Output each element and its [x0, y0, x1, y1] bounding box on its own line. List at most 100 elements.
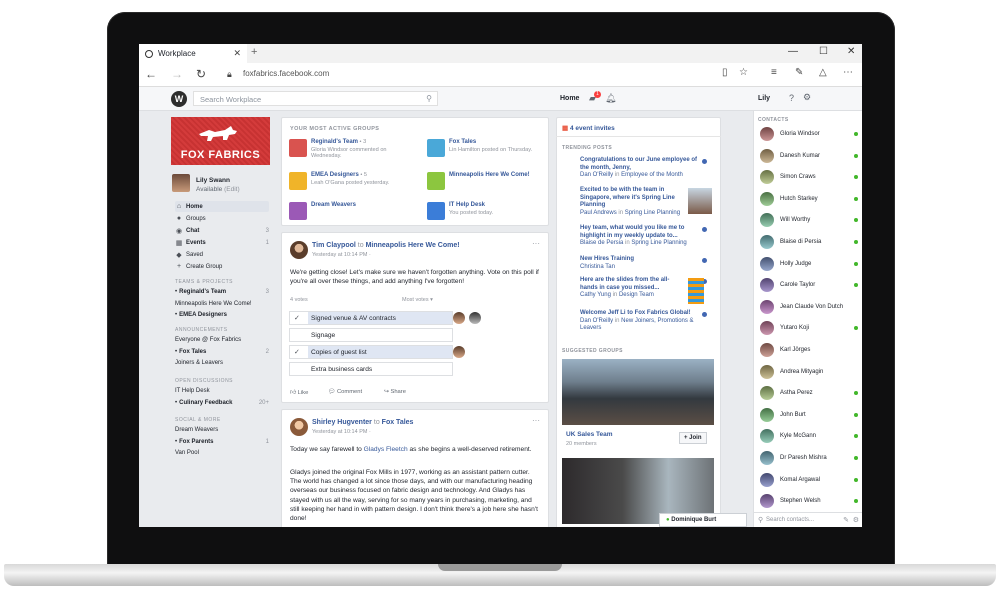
active-group-name[interactable]: Minneapolis Here We Come!	[449, 172, 530, 178]
author-avatar[interactable]	[290, 241, 308, 259]
help-icon[interactable]: ?	[789, 93, 794, 103]
like-button[interactable]: 👍︎ Like	[290, 389, 308, 396]
profile-name[interactable]: Lily Swann	[196, 177, 230, 184]
sidebar-group-item[interactable]: • Fox Parents 1	[175, 439, 269, 445]
trending-post-title[interactable]: New Hires Training	[580, 256, 706, 264]
poll-sort-dropdown[interactable]: Most votes ▾	[402, 297, 433, 303]
sidebar-group-item[interactable]: • EMEA Designers	[175, 312, 269, 318]
contact-item[interactable]: Komal Argawal	[760, 472, 860, 487]
active-group-item[interactable]: Minneapolis Here We Come!	[427, 172, 555, 190]
contact-item[interactable]: Kyle McGann	[760, 429, 860, 444]
minimize-button[interactable]: —	[788, 46, 798, 57]
trending-post-group[interactable]: Spring Line Planning	[631, 240, 686, 246]
trending-post[interactable]: Hey team, what would you like me to high…	[580, 225, 706, 248]
nav-item-home[interactable]: ⌂ Home	[175, 201, 269, 212]
active-group-item[interactable]: EMEA Designers • 5 Leah O'Gana posted yes…	[289, 172, 417, 190]
trending-post-group[interactable]: Employee of the Month	[621, 172, 683, 178]
favorite-star-icon[interactable]: ☆	[739, 67, 748, 78]
workplace-logo[interactable]: W	[171, 91, 187, 107]
chat-settings-icon[interactable]: ⚙	[853, 516, 859, 524]
contact-item[interactable]: Holly Judge	[760, 256, 860, 271]
trending-post[interactable]: Excited to be with the team in Singapore…	[580, 187, 682, 217]
trending-post-title[interactable]: Here are the slides from the all-hands i…	[580, 277, 682, 292]
contact-item[interactable]: Andrea Mityagin	[760, 364, 860, 379]
back-icon[interactable]: ←	[145, 67, 157, 81]
poll-option[interactable]: ✓ Copies of guest list	[289, 345, 453, 359]
sidebar-group-item[interactable]: • Culinary Feedback 20+	[175, 400, 269, 406]
trending-post-title[interactable]: Hey team, what would you like me to high…	[580, 225, 706, 240]
contact-item[interactable]: Simon Craws	[760, 170, 860, 185]
post-author[interactable]: Tim Claypool	[312, 242, 356, 249]
contact-item[interactable]: Yutaro Koji	[760, 321, 860, 336]
forward-icon[interactable]: →	[171, 67, 183, 81]
voter-avatar[interactable]	[453, 346, 465, 358]
post-group[interactable]: Fox Tales	[382, 419, 414, 426]
notes-icon[interactable]: ✎	[795, 67, 803, 78]
contact-item[interactable]: Danesh Kumar	[760, 148, 860, 163]
trending-post-title[interactable]: Excited to be with the team in Singapore…	[580, 187, 682, 210]
sidebar-group-item[interactable]: Van Pool	[175, 450, 269, 456]
suggested-group-name[interactable]: UK Sales Team	[566, 431, 612, 438]
sidebar-group-item[interactable]: Joiners & Leavers	[175, 360, 269, 366]
join-group-button[interactable]: + Join	[679, 432, 707, 444]
trending-post-author[interactable]: Blaise de Persia	[580, 240, 623, 246]
notifications-bell-icon[interactable]: 🔔︎	[605, 93, 616, 104]
trending-post-group[interactable]: Spring Line Planning	[625, 210, 680, 216]
trending-post-author[interactable]: Dan O'Reilly	[580, 172, 613, 178]
chat-tab[interactable]: ● Dominique Burt	[659, 513, 747, 527]
post-options-button[interactable]: ···	[532, 239, 540, 248]
active-group-name[interactable]: IT Help Desk	[449, 202, 485, 208]
profile-avatar[interactable]	[172, 174, 190, 192]
address-bar[interactable]: foxfabrics.facebook.com	[243, 69, 329, 78]
active-group-name[interactable]: Fox Tales	[449, 139, 476, 145]
sidebar-group-item[interactable]: Minneapolis Here We Come!	[175, 301, 269, 307]
search-input[interactable]: Search Workplace ⚲	[193, 91, 438, 106]
header-username[interactable]: Lily	[758, 95, 770, 102]
post-author[interactable]: Shirley Hugventer	[312, 419, 372, 426]
active-group-name[interactable]: EMEA Designers	[311, 172, 359, 178]
check-icon[interactable]: ✓	[294, 314, 302, 322]
trending-post-thumbnail[interactable]	[688, 278, 704, 304]
new-message-icon[interactable]: ✎	[843, 516, 849, 524]
share-button[interactable]: ↪ Share	[384, 389, 406, 395]
poll-option[interactable]: ✓ Signed venue & AV contracts	[289, 311, 453, 325]
active-group-name[interactable]: Dream Weavers	[311, 202, 356, 208]
poll-option[interactable]: Extra business cards	[289, 362, 453, 376]
contact-item[interactable]: Hutch Starkey	[760, 191, 860, 206]
contacts-search-input[interactable]: Search contacts...	[766, 517, 814, 523]
trending-post[interactable]: Welcome Jeff Li to Fox Fabrics Global! Da…	[580, 310, 706, 333]
active-group-item[interactable]: Fox Tales Lin Hamilton posted on Thursday…	[427, 139, 555, 157]
contact-item[interactable]: Jean Claude Von Dutch	[760, 299, 860, 314]
nav-item-create-group[interactable]: + Create Group	[175, 261, 269, 272]
sidebar-group-item[interactable]: • Reginald's Team 3	[175, 289, 269, 295]
trending-post-author[interactable]: Dan O'Reilly	[580, 318, 613, 324]
poll-option[interactable]: Signage	[289, 328, 453, 342]
contact-item[interactable]: Blaise di Persia	[760, 235, 860, 249]
event-invites-link[interactable]: ▦ 4 event invites	[562, 124, 615, 132]
suggested-group-photo[interactable]	[562, 359, 714, 425]
trending-post[interactable]: Here are the slides from the all-hands i…	[580, 277, 682, 300]
nav-item-chat[interactable]: ◉ Chat 3	[175, 225, 269, 236]
more-menu-icon[interactable]: ⋯	[843, 67, 853, 78]
close-window-button[interactable]: ✕	[847, 46, 855, 57]
share-icon[interactable]: △	[819, 67, 827, 78]
contact-item[interactable]: Karl Jörges	[760, 343, 860, 357]
contacts-search-bar[interactable]: ⚲ Search contacts... ✎ ⚙	[754, 512, 862, 527]
search-icon[interactable]: ⚲	[426, 94, 432, 103]
trending-post[interactable]: New Hires Training Christina Tan	[580, 256, 706, 271]
hub-icon[interactable]: ≡	[771, 67, 777, 78]
trending-post[interactable]: Congratulations to our June employee of …	[580, 157, 706, 180]
browser-tab[interactable]: Workplace ✕	[139, 44, 247, 63]
nav-item-groups[interactable]: ● Groups	[175, 213, 269, 224]
new-tab-button[interactable]: +	[251, 46, 257, 58]
trending-post-author[interactable]: Cathy Yung	[580, 292, 611, 298]
contact-item[interactable]: Gloria Windsor	[760, 127, 860, 141]
trending-post-title[interactable]: Welcome Jeff Li to Fox Fabrics Global!	[580, 310, 706, 318]
sidebar-group-item[interactable]: Everyone @ Fox Fabrics	[175, 337, 269, 343]
active-group-name[interactable]: Reginald's Team	[311, 139, 358, 145]
post-time[interactable]: Yesterday at 10:14 PM ·	[312, 252, 371, 258]
mention-link[interactable]: Gladys Fleetch	[364, 446, 408, 453]
sidebar-group-item[interactable]: IT Help Desk	[175, 388, 269, 394]
trending-post-title[interactable]: Congratulations to our June employee of …	[580, 157, 706, 172]
home-link[interactable]: Home	[560, 95, 579, 102]
